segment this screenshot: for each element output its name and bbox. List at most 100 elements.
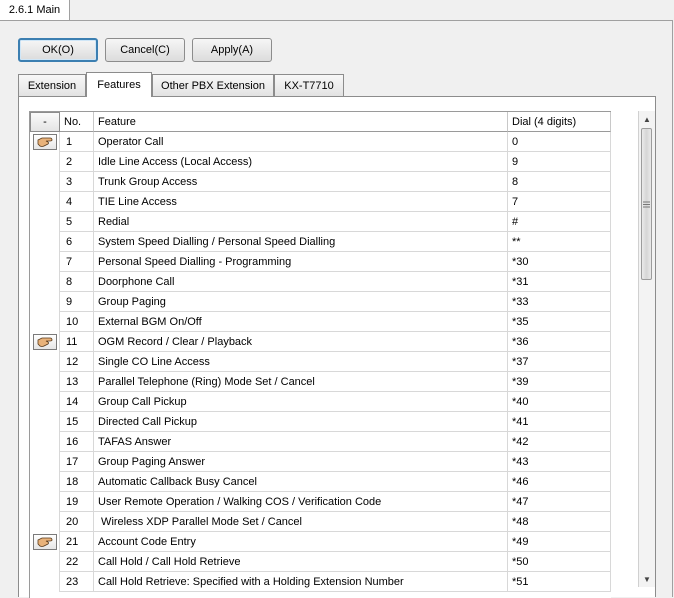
cell-feature: Redial bbox=[94, 212, 508, 232]
table-row[interactable]: 20 Wireless XDP Parallel Mode Set / Canc… bbox=[30, 512, 611, 532]
cell-feature: Automatic Callback Busy Cancel bbox=[94, 472, 508, 492]
row-selector bbox=[30, 272, 60, 292]
cell-dial[interactable]: *49 bbox=[508, 532, 611, 552]
cell-dial[interactable]: *31 bbox=[508, 272, 611, 292]
row-selector[interactable] bbox=[30, 532, 60, 552]
cell-feature: Doorphone Call bbox=[94, 272, 508, 292]
hand-icon[interactable] bbox=[32, 334, 57, 350]
table-row[interactable]: 2 Idle Line Access (Local Access) 9 bbox=[30, 152, 611, 172]
cell-dial[interactable]: *36 bbox=[508, 332, 611, 352]
table-row[interactable]: 6 System Speed Dialling / Personal Speed … bbox=[30, 232, 611, 252]
cell-no: 9 bbox=[60, 292, 94, 312]
table-row[interactable]: 1 Operator Call 0 bbox=[30, 132, 611, 152]
cell-dial[interactable]: *33 bbox=[508, 292, 611, 312]
cancel-button[interactable]: Cancel(C) bbox=[105, 38, 185, 62]
cell-dial[interactable]: *50 bbox=[508, 552, 611, 572]
ok-button[interactable]: OK(O) bbox=[18, 38, 98, 62]
tab-extension[interactable]: Extension bbox=[18, 74, 86, 96]
scroll-down-arrow-icon[interactable]: ▼ bbox=[639, 571, 655, 587]
column-header-no[interactable]: No. bbox=[60, 112, 94, 132]
cell-dial[interactable]: ** bbox=[508, 232, 611, 252]
cell-feature: User Remote Operation / Walking COS / Ve… bbox=[94, 492, 508, 512]
table-row[interactable]: 13 Parallel Telephone (Ring) Mode Set / C… bbox=[30, 372, 611, 392]
row-selector bbox=[30, 292, 60, 312]
row-selector bbox=[30, 372, 60, 392]
column-header-feature[interactable]: Feature bbox=[94, 112, 508, 132]
row-selector bbox=[30, 472, 60, 492]
column-header-dial[interactable]: Dial (4 digits) bbox=[508, 112, 611, 132]
cell-dial[interactable]: 8 bbox=[508, 172, 611, 192]
table-row[interactable]: 21 Account Code Entry *49 bbox=[30, 532, 611, 552]
tab-kx-t7710[interactable]: KX-T7710 bbox=[274, 74, 344, 96]
row-selector bbox=[30, 252, 60, 272]
table-row[interactable]: 16 TAFAS Answer *42 bbox=[30, 432, 611, 452]
cell-no: 7 bbox=[60, 252, 94, 272]
cell-feature: TIE Line Access bbox=[94, 192, 508, 212]
table-row[interactable]: 5 Redial # bbox=[30, 212, 611, 232]
cell-dial[interactable]: *43 bbox=[508, 452, 611, 472]
cell-feature: Group Call Pickup bbox=[94, 392, 508, 412]
row-selector[interactable] bbox=[30, 132, 60, 152]
table-row[interactable]: 17 Group Paging Answer *43 bbox=[30, 452, 611, 472]
row-selector bbox=[30, 452, 60, 472]
table-row[interactable]: 8 Doorphone Call *31 bbox=[30, 272, 611, 292]
cell-dial[interactable]: # bbox=[508, 212, 611, 232]
cell-dial[interactable]: *39 bbox=[508, 372, 611, 392]
scrollbar-thumb[interactable] bbox=[641, 128, 652, 280]
cell-dial[interactable]: 7 bbox=[508, 192, 611, 212]
table-row[interactable]: 18 Automatic Callback Busy Cancel *46 bbox=[30, 472, 611, 492]
table-row[interactable]: 10 External BGM On/Off *35 bbox=[30, 312, 611, 332]
cell-dial[interactable]: *40 bbox=[508, 392, 611, 412]
window-tab-title[interactable]: 2.6.1 Main bbox=[0, 0, 70, 21]
cell-feature: TAFAS Answer bbox=[94, 432, 508, 452]
tab-features[interactable]: Features bbox=[86, 72, 152, 97]
table-row[interactable]: 14 Group Call Pickup *40 bbox=[30, 392, 611, 412]
tab-other-pbx-extension[interactable]: Other PBX Extension bbox=[152, 74, 274, 96]
table-row[interactable]: 22 Call Hold / Call Hold Retrieve *50 bbox=[30, 552, 611, 572]
table-row[interactable]: 15 Directed Call Pickup *41 bbox=[30, 412, 611, 432]
table-row[interactable]: 19 User Remote Operation / Walking COS / … bbox=[30, 492, 611, 512]
table-row[interactable]: 23 Call Hold Retrieve: Specified with a H… bbox=[30, 572, 611, 592]
cell-feature: Single CO Line Access bbox=[94, 352, 508, 372]
cell-dial[interactable]: *47 bbox=[508, 492, 611, 512]
table-row[interactable]: 12 Single CO Line Access *37 bbox=[30, 352, 611, 372]
cell-dial[interactable]: *48 bbox=[508, 512, 611, 532]
table-row[interactable]: 11 OGM Record / Clear / Playback *36 bbox=[30, 332, 611, 352]
cell-dial[interactable]: *42 bbox=[508, 432, 611, 452]
cell-no: 11 bbox=[60, 332, 94, 352]
row-selector bbox=[30, 212, 60, 232]
table-row[interactable]: 3 Trunk Group Access 8 bbox=[30, 172, 611, 192]
cell-feature: OGM Record / Clear / Playback bbox=[94, 332, 508, 352]
table-row[interactable]: 7 Personal Speed Dialling - Programming *3… bbox=[30, 252, 611, 272]
hand-icon[interactable] bbox=[32, 534, 57, 550]
cell-dial[interactable]: *51 bbox=[508, 572, 611, 592]
cell-dial[interactable]: *41 bbox=[508, 412, 611, 432]
cell-dial[interactable]: *46 bbox=[508, 472, 611, 492]
cell-feature: Parallel Telephone (Ring) Mode Set / Can… bbox=[94, 372, 508, 392]
row-selector bbox=[30, 352, 60, 372]
row-selector bbox=[30, 392, 60, 412]
cell-dial[interactable]: 9 bbox=[508, 152, 611, 172]
row-selector[interactable] bbox=[30, 332, 60, 352]
vertical-scrollbar[interactable]: ▲ ▼ bbox=[638, 111, 655, 587]
cell-feature: Wireless XDP Parallel Mode Set / Cancel bbox=[94, 512, 508, 532]
cell-feature: Group Paging bbox=[94, 292, 508, 312]
collapse-button[interactable]: - bbox=[30, 112, 60, 132]
cell-dial[interactable]: *35 bbox=[508, 312, 611, 332]
cell-no: 5 bbox=[60, 212, 94, 232]
cell-no: 14 bbox=[60, 392, 94, 412]
scroll-up-arrow-icon[interactable]: ▲ bbox=[639, 111, 655, 127]
features-table: - No. Feature Dial (4 digits) 1 Operator … bbox=[29, 111, 611, 598]
table-row[interactable]: 9 Group Paging *33 bbox=[30, 292, 611, 312]
apply-button[interactable]: Apply(A) bbox=[192, 38, 272, 62]
row-selector bbox=[30, 172, 60, 192]
cell-dial[interactable]: *30 bbox=[508, 252, 611, 272]
cell-dial[interactable]: *37 bbox=[508, 352, 611, 372]
row-selector bbox=[30, 312, 60, 332]
hand-icon[interactable] bbox=[32, 134, 57, 150]
cell-feature: Call Hold / Call Hold Retrieve bbox=[94, 552, 508, 572]
cell-no: 6 bbox=[60, 232, 94, 252]
cell-no: 4 bbox=[60, 192, 94, 212]
table-row[interactable]: 4 TIE Line Access 7 bbox=[30, 192, 611, 212]
cell-dial[interactable]: 0 bbox=[508, 132, 611, 152]
